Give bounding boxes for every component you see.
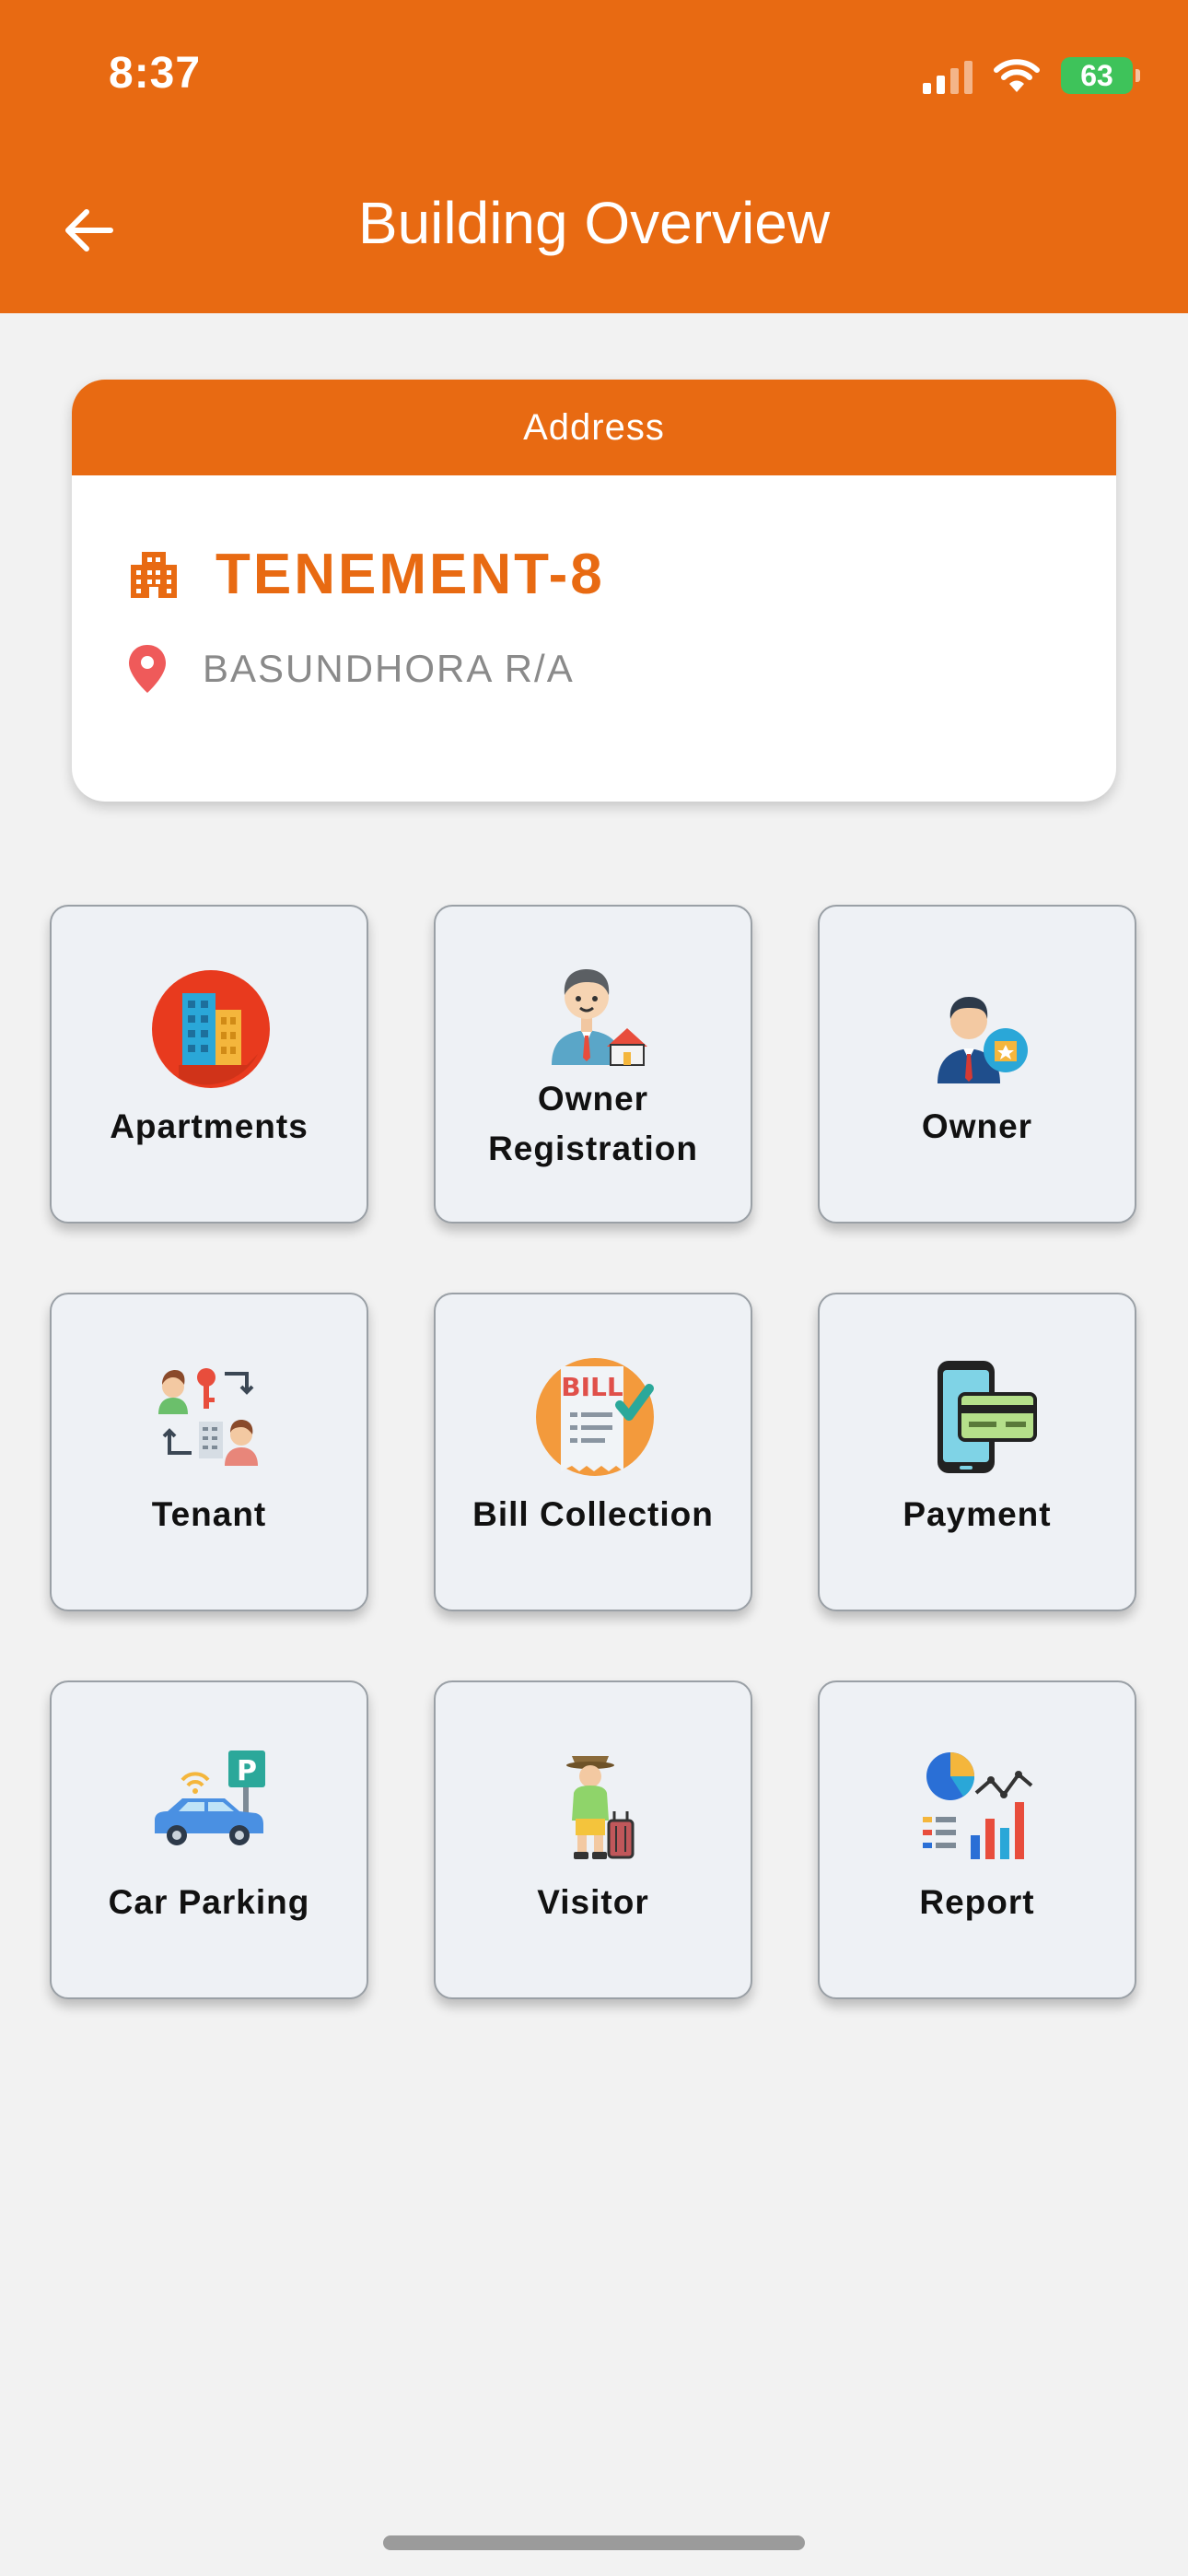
bill-collection-tile[interactable]: BILL Bill Collection [434,1293,752,1611]
owner-registration-tile[interactable]: Owner Registration [434,905,752,1224]
building-name: TENEMENT-8 [215,543,605,606]
owner-registration-label-line1: Owner [537,1080,649,1118]
home-indicator[interactable] [383,2535,805,2550]
tenant-tile[interactable]: Tenant [50,1293,368,1611]
owner-tile[interactable]: Owner [818,905,1136,1224]
apartments-label: Apartments [110,1107,309,1145]
wifi-icon [994,59,1040,92]
owner-icon [938,997,1028,1083]
payment-label: Payment [903,1495,1052,1533]
battery-level: 63 [1080,58,1113,92]
car-parking-tile[interactable]: P Car Parking [50,1680,368,1999]
owner-registration-icon [552,969,647,1066]
car-parking-label: Car Parking [108,1883,310,1921]
cellular-signal-icon [923,57,973,94]
address-card-header: Address [72,380,1116,475]
owner-label: Owner [921,1107,1033,1145]
building-icon [131,551,177,598]
battery-icon: 63 [1061,57,1140,94]
payment-tile[interactable]: Payment [818,1293,1136,1611]
tenant-icon [158,1368,258,1466]
location-text: BASUNDHORA R/A [203,647,575,690]
parking-icon-text: P [237,1755,257,1787]
location-pin-icon [129,645,166,693]
bill-icon: BILL [536,1358,654,1476]
app-header: 8:37 63 Building Overview [0,0,1188,313]
report-icon [923,1752,1033,1859]
visitor-icon [566,1756,635,1859]
page-title: Building Overview [357,190,831,256]
car-parking-icon: P [155,1751,265,1845]
status-icons: 63 [923,53,1140,98]
bill-collection-label: Bill Collection [472,1495,714,1533]
report-label: Report [919,1883,1035,1921]
building-row: TENEMENT-8 [127,542,605,607]
apartments-icon [152,970,270,1088]
address-card: Address TENEMENT-8 BASUNDHORA R/A [72,380,1116,802]
bill-icon-text: BILL [561,1372,623,1402]
visitor-label: Visitor [537,1883,649,1921]
location-row: BASUNDHORA R/A [127,643,575,695]
tenant-label: Tenant [151,1495,267,1533]
apartments-tile[interactable]: Apartments [50,905,368,1224]
report-tile[interactable]: Report [818,1680,1136,1999]
visitor-tile[interactable]: Visitor [434,1680,752,1999]
owner-registration-label-line2: Registration [488,1130,698,1167]
status-time: 8:37 [109,49,202,98]
payment-icon [938,1361,1037,1473]
